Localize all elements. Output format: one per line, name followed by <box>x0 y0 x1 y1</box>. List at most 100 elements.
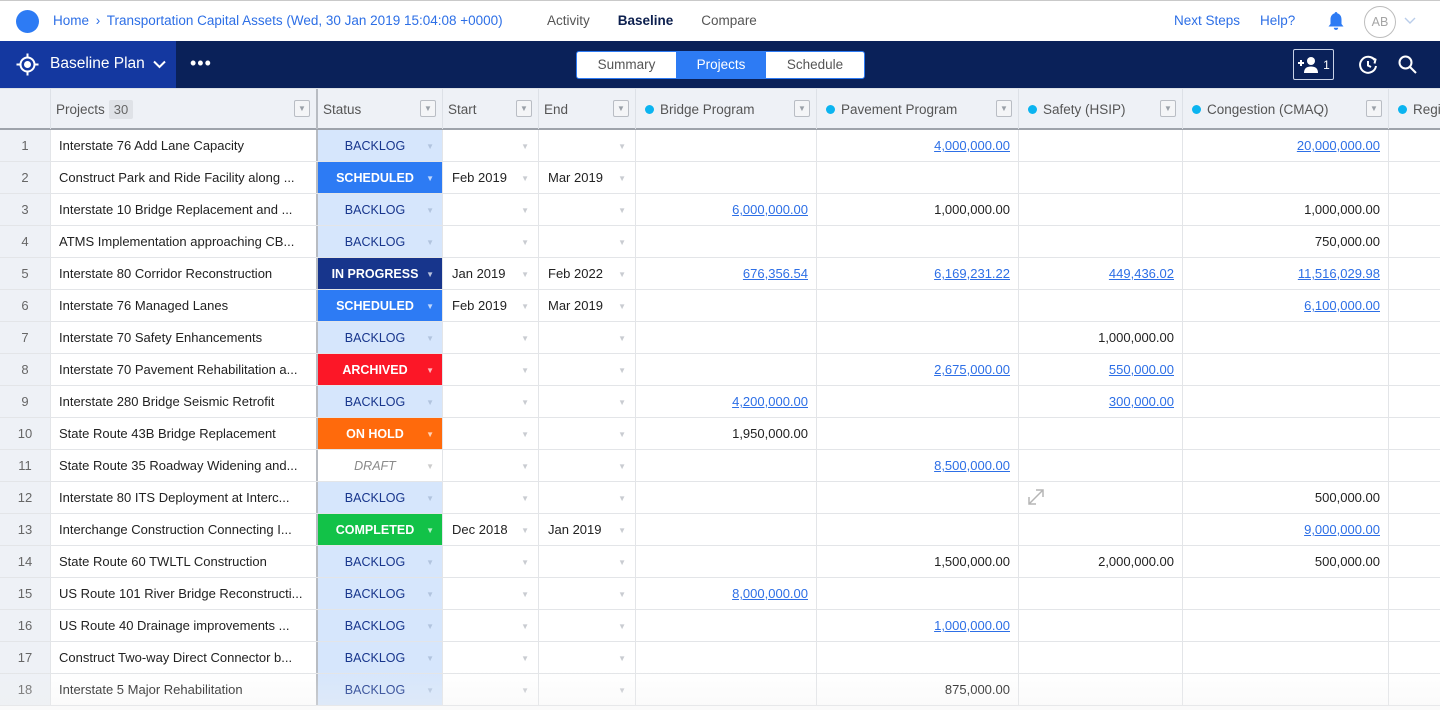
status-dropdown[interactable]: BACKLOG ▼ <box>318 482 443 513</box>
table-row[interactable]: 12 Interstate 80 ITS Deployment at Interc… <box>0 482 1440 514</box>
start-date-dropdown[interactable]: ▼ <box>443 386 539 417</box>
regional-program-cell[interactable] <box>1389 578 1440 609</box>
start-date-dropdown[interactable]: ▼ <box>443 130 539 161</box>
congestion-program-cell[interactable] <box>1183 578 1389 609</box>
regional-program-cell[interactable] <box>1389 386 1440 417</box>
status-dropdown[interactable]: BACKLOG ▼ <box>318 674 443 705</box>
status-dropdown[interactable]: BACKLOG ▼ <box>318 546 443 577</box>
regional-program-cell[interactable] <box>1389 546 1440 577</box>
bridge-program-cell[interactable] <box>636 642 817 673</box>
bridge-program-cell[interactable] <box>636 482 817 513</box>
bridge-program-cell[interactable]: 676,356.54 <box>636 258 817 289</box>
project-name-cell[interactable]: Interstate 70 Safety Enhancements <box>51 322 318 353</box>
bridge-program-cell[interactable] <box>636 354 817 385</box>
safety-program-amount[interactable]: 550,000.00 <box>1109 362 1174 377</box>
project-name-cell[interactable]: State Route 60 TWLTL Construction <box>51 546 318 577</box>
pavement-program-cell[interactable]: 1,500,000.00 <box>817 546 1019 577</box>
congestion-program-cell[interactable]: 6,100,000.00 <box>1183 290 1389 321</box>
congestion-program-cell[interactable] <box>1183 610 1389 641</box>
status-dropdown[interactable]: BACKLOG ▼ <box>318 642 443 673</box>
pavement-program-amount[interactable]: 8,500,000.00 <box>934 458 1010 473</box>
column-header-congestion[interactable]: Congestion (CMAQ) ▼ <box>1183 89 1389 129</box>
status-dropdown[interactable]: BACKLOG ▼ <box>318 322 443 353</box>
safety-program-cell[interactable]: 449,436.02 <box>1019 258 1183 289</box>
safety-program-cell[interactable] <box>1019 610 1183 641</box>
regional-program-cell[interactable] <box>1389 258 1440 289</box>
help-link[interactable]: Help? <box>1260 13 1295 28</box>
pavement-program-cell[interactable] <box>817 322 1019 353</box>
pavement-program-cell[interactable] <box>817 514 1019 545</box>
congestion-program-amount[interactable]: 9,000,000.00 <box>1304 522 1380 537</box>
bridge-program-cell[interactable] <box>636 450 817 481</box>
nav-tab-compare[interactable]: Compare <box>701 13 757 28</box>
safety-program-cell[interactable]: 550,000.00 <box>1019 354 1183 385</box>
safety-program-cell[interactable]: 300,000.00 <box>1019 386 1183 417</box>
project-name-cell[interactable]: US Route 40 Drainage improvements ... <box>51 610 318 641</box>
bridge-program-cell[interactable] <box>636 610 817 641</box>
pavement-program-cell[interactable]: 6,169,231.22 <box>817 258 1019 289</box>
pavement-program-cell[interactable] <box>817 482 1019 513</box>
congestion-program-cell[interactable]: 11,516,029.98 <box>1183 258 1389 289</box>
column-header-regional[interactable]: Regi <box>1389 89 1440 129</box>
end-date-dropdown[interactable]: ▼ <box>539 194 636 225</box>
breadcrumb-current[interactable]: Transportation Capital Assets (Wed, 30 J… <box>107 13 503 28</box>
start-date-dropdown[interactable]: ▼ <box>443 610 539 641</box>
column-header-safety[interactable]: Safety (HSIP) ▼ <box>1019 89 1183 129</box>
status-dropdown[interactable]: BACKLOG ▼ <box>318 610 443 641</box>
column-header-projects[interactable]: Projects 30 ▼ <box>51 89 318 129</box>
end-date-dropdown[interactable]: ▼ <box>539 610 636 641</box>
bridge-program-cell[interactable]: 8,000,000.00 <box>636 578 817 609</box>
regional-program-cell[interactable] <box>1389 482 1440 513</box>
table-row[interactable]: 1 Interstate 76 Add Lane Capacity BACKLOG ▼… <box>0 130 1440 162</box>
more-options-button[interactable]: ••• <box>190 54 212 75</box>
status-dropdown[interactable]: BACKLOG ▼ <box>318 578 443 609</box>
congestion-program-cell[interactable] <box>1183 162 1389 193</box>
start-date-dropdown[interactable]: ▼ <box>443 674 539 705</box>
safety-program-cell[interactable] <box>1019 674 1183 705</box>
next-steps-link[interactable]: Next Steps <box>1174 13 1240 28</box>
column-filter-button[interactable]: ▼ <box>1160 100 1176 117</box>
search-icon[interactable] <box>1397 54 1418 75</box>
project-name-cell[interactable]: ATMS Implementation approaching CB... <box>51 226 318 257</box>
regional-program-cell[interactable] <box>1389 162 1440 193</box>
table-row[interactable]: 2 Construct Park and Ride Facility along … <box>0 162 1440 194</box>
status-dropdown[interactable]: BACKLOG ▼ <box>318 226 443 257</box>
column-filter-button[interactable]: ▼ <box>1366 100 1382 117</box>
status-dropdown[interactable]: SCHEDULED ▼ <box>318 162 443 193</box>
breadcrumb-home-link[interactable]: Home <box>53 13 89 28</box>
project-name-cell[interactable]: US Route 101 River Bridge Reconstructi..… <box>51 578 318 609</box>
table-row[interactable]: 15 US Route 101 River Bridge Reconstructi… <box>0 578 1440 610</box>
start-date-dropdown[interactable]: ▼ <box>443 578 539 609</box>
table-row[interactable]: 11 State Route 35 Roadway Widening and...… <box>0 450 1440 482</box>
column-header-end[interactable]: End ▼ <box>539 89 636 129</box>
safety-program-cell[interactable] <box>1019 162 1183 193</box>
project-name-cell[interactable]: Interstate 10 Bridge Replacement and ... <box>51 194 318 225</box>
congestion-program-cell[interactable] <box>1183 354 1389 385</box>
start-date-dropdown[interactable]: ▼ <box>443 226 539 257</box>
pavement-program-cell[interactable]: 1,000,000.00 <box>817 610 1019 641</box>
table-row[interactable]: 13 Interchange Construction Connecting I.… <box>0 514 1440 546</box>
end-date-dropdown[interactable]: Mar 2019 ▼ <box>539 290 636 321</box>
start-date-dropdown[interactable]: ▼ <box>443 482 539 513</box>
column-filter-button[interactable]: ▼ <box>996 100 1012 117</box>
table-row[interactable]: 16 US Route 40 Drainage improvements ... B… <box>0 610 1440 642</box>
expand-icon[interactable] <box>1027 488 1045 506</box>
end-date-dropdown[interactable]: ▼ <box>539 130 636 161</box>
regional-program-cell[interactable] <box>1389 290 1440 321</box>
end-date-dropdown[interactable]: ▼ <box>539 450 636 481</box>
project-name-cell[interactable]: Construct Two-way Direct Connector b... <box>51 642 318 673</box>
pavement-program-cell[interactable] <box>817 386 1019 417</box>
project-name-cell[interactable]: Construct Park and Ride Facility along .… <box>51 162 318 193</box>
project-name-cell[interactable]: Interstate 280 Bridge Seismic Retrofit <box>51 386 318 417</box>
project-name-cell[interactable]: Interstate 80 ITS Deployment at Interc..… <box>51 482 318 513</box>
start-date-dropdown[interactable]: ▼ <box>443 546 539 577</box>
regional-program-cell[interactable] <box>1389 642 1440 673</box>
congestion-program-cell[interactable] <box>1183 674 1389 705</box>
start-date-dropdown[interactable]: ▼ <box>443 194 539 225</box>
notification-bell-icon[interactable] <box>1327 11 1345 31</box>
project-name-cell[interactable]: Interstate 76 Managed Lanes <box>51 290 318 321</box>
start-date-dropdown[interactable]: Jan 2019 ▼ <box>443 258 539 289</box>
safety-program-cell[interactable] <box>1019 578 1183 609</box>
column-header-start[interactable]: Start ▼ <box>443 89 539 129</box>
column-header-pavement-program[interactable]: Pavement Program ▼ <box>817 89 1019 129</box>
